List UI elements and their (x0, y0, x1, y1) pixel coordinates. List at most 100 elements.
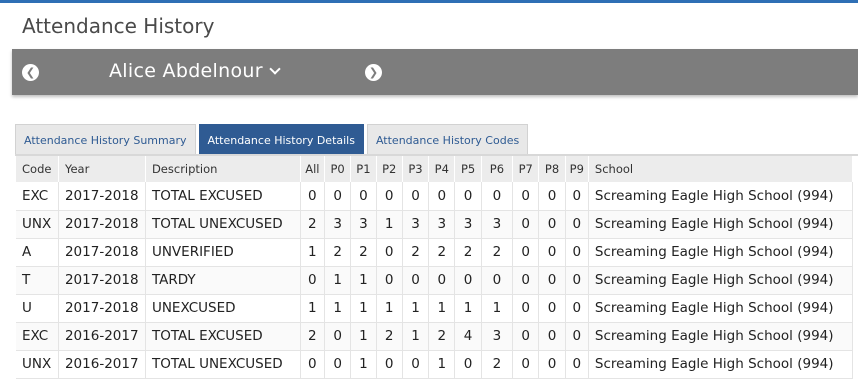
cell-p3: 0 (402, 350, 430, 379)
cell-p9: 0 (565, 350, 589, 379)
cell-year: 2017-2018 (58, 182, 146, 211)
cell-all: 1 (300, 294, 325, 323)
cell-p7: 0 (512, 322, 540, 351)
cell-p8: 0 (538, 294, 566, 323)
cell-p0: 0 (324, 350, 352, 379)
cell-p7: 0 (512, 266, 540, 295)
cell-p4: 1 (428, 350, 456, 379)
attendance-tabs: Attendance History Summary Attendance Hi… (15, 124, 531, 155)
cell-all: 0 (300, 266, 325, 295)
cell-year: 2017-2018 (58, 294, 146, 323)
column-header-all: All (300, 156, 325, 182)
cell-p1: 3 (350, 210, 377, 239)
tab-attendance-history-codes[interactable]: Attendance History Codes (366, 124, 529, 155)
arrow-left-circle-icon[interactable]: ❮ (22, 64, 39, 81)
cell-all: 0 (300, 182, 325, 211)
cell-p9: 0 (565, 210, 589, 239)
cell-p1: 1 (350, 294, 377, 323)
chevron-down-icon (269, 63, 281, 75)
table-row: UNX 2016-2017 TOTAL UNEXCUSED 0 0 1 0 0 1 0 2 0 0 0 Sc… (16, 350, 854, 379)
cell-p1: 1 (350, 322, 377, 351)
cell-p6: 3 (481, 210, 514, 239)
cell-p7: 0 (512, 350, 540, 379)
cell-code: T (16, 266, 59, 295)
arrow-right-circle-icon[interactable]: ❯ (365, 64, 382, 81)
cell-p5: 3 (454, 210, 482, 239)
cell-all: 0 (300, 350, 325, 379)
cell-description: TOTAL EXCUSED (145, 182, 301, 211)
cell-p5: 1 (454, 294, 482, 323)
table-row: T 2017-2018 TARDY 0 1 1 0 0 0 0 0 0 0 0 Screaming Eagl… (16, 266, 854, 295)
cell-p0: 3 (324, 210, 352, 239)
cell-p9: 0 (565, 322, 589, 351)
cell-p5: 0 (454, 266, 482, 295)
cell-year: 2016-2017 (58, 350, 146, 379)
cell-code: U (16, 294, 59, 323)
cell-p8: 0 (538, 182, 566, 211)
cell-p6: 0 (481, 182, 514, 211)
cell-p8: 0 (538, 322, 566, 351)
cell-p2: 1 (376, 294, 403, 323)
cell-description: UNEXCUSED (145, 294, 301, 323)
cell-p4: 0 (428, 266, 456, 295)
cell-year: 2017-2018 (58, 266, 146, 295)
cell-all: 1 (300, 238, 325, 267)
cell-p5: 4 (454, 322, 482, 351)
cell-p4: 0 (428, 182, 456, 211)
cell-p4: 2 (428, 238, 456, 267)
cell-p8: 0 (538, 350, 566, 379)
cell-p3: 3 (402, 210, 430, 239)
cell-p1: 2 (350, 238, 377, 267)
cell-p2: 0 (376, 238, 403, 267)
cell-year: 2016-2017 (58, 322, 146, 351)
top-accent-rule (0, 0, 858, 3)
column-header-year: Year (58, 156, 146, 182)
table-body: EXC 2017-2018 TOTAL EXCUSED 0 0 0 0 0 0 0 0 0 0 0 Scre… (16, 182, 854, 379)
cell-p8: 0 (538, 210, 566, 239)
cell-all: 2 (300, 322, 325, 351)
cell-description: TOTAL UNEXCUSED (145, 210, 301, 239)
column-header-code: Code (16, 156, 59, 182)
cell-school: Screaming Eagle High School (994) (588, 322, 854, 351)
cell-p4: 2 (428, 322, 456, 351)
column-header-p2: P2 (376, 156, 403, 182)
cell-school: Screaming Eagle High School (994) (588, 350, 854, 379)
column-header-p1: P1 (350, 156, 377, 182)
cell-p3: 0 (402, 182, 430, 211)
cell-p0: 0 (324, 182, 352, 211)
cell-p3: 1 (402, 322, 430, 351)
cell-p0: 2 (324, 238, 352, 267)
table-row: EXC 2016-2017 TOTAL EXCUSED 2 0 1 2 1 2 4 3 0 0 0 Scre… (16, 322, 854, 351)
column-header-p6: P6 (481, 156, 514, 182)
column-header-p9: P9 (565, 156, 589, 182)
cell-p0: 1 (324, 266, 352, 295)
cell-code: EXC (16, 182, 59, 211)
tab-attendance-history-details[interactable]: Attendance History Details (198, 124, 364, 155)
cell-description: TARDY (145, 266, 301, 295)
cell-school: Screaming Eagle High School (994) (588, 210, 854, 239)
cell-p6: 0 (481, 266, 514, 295)
column-header-description: Description (145, 156, 301, 182)
cell-description: TOTAL EXCUSED (145, 322, 301, 351)
student-dropdown[interactable]: Alice Abdelnour (109, 60, 281, 82)
column-header-p3: P3 (402, 156, 430, 182)
student-name: Alice Abdelnour (109, 60, 263, 82)
page-title: Attendance History (22, 14, 215, 38)
tab-attendance-history-summary[interactable]: Attendance History Summary (15, 124, 196, 155)
cell-p8: 0 (538, 266, 566, 295)
table-row: A 2017-2018 UNVERIFIED 1 2 2 0 2 2 2 2 0 0 0 Screaming… (16, 238, 854, 267)
cell-p2: 0 (376, 350, 403, 379)
cell-p0: 0 (324, 322, 352, 351)
cell-school: Screaming Eagle High School (994) (588, 238, 854, 267)
cell-p8: 0 (538, 238, 566, 267)
cell-p6: 2 (481, 350, 514, 379)
cell-p9: 0 (565, 266, 589, 295)
cell-code: UNX (16, 210, 59, 239)
cell-p9: 0 (565, 182, 589, 211)
cell-p5: 2 (454, 238, 482, 267)
attendance-table: Code Year Description All P0 P1 P2 P3 P4 P5 P6 P7 P8… (16, 156, 854, 379)
cell-p6: 3 (481, 322, 514, 351)
column-header-p5: P5 (454, 156, 482, 182)
cell-description: TOTAL UNEXCUSED (145, 350, 301, 379)
column-header-p8: P8 (538, 156, 566, 182)
